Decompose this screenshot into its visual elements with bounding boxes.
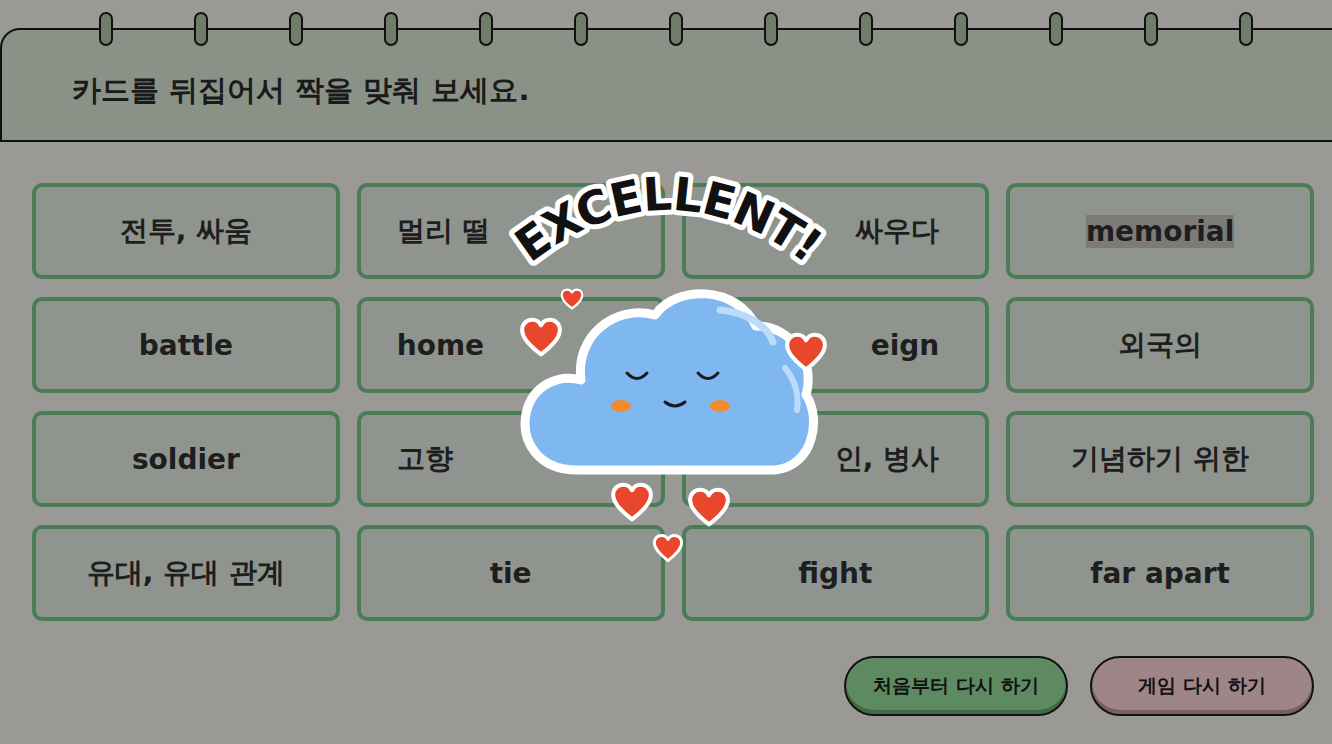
heart-icon [519, 315, 563, 359]
card-text: 전투, 싸움 [120, 212, 252, 250]
heart-icon [784, 330, 828, 374]
binder-ring-icon [1239, 12, 1253, 46]
game-board: 전투, 싸움 멀리 떨 싸우다 memorial battle home eign 외국의 so… [0, 142, 1332, 716]
word-card[interactable]: 기념하기 위한 [1006, 411, 1314, 507]
word-card[interactable]: fight [682, 525, 990, 621]
word-card[interactable]: 싸우다 [682, 183, 990, 279]
word-card[interactable]: home [357, 297, 665, 393]
binder-ring-icon [194, 12, 208, 46]
action-bar: 처음부터 다시 하기 게임 다시 하기 [32, 656, 1314, 716]
word-card[interactable]: 멀리 떨 [357, 183, 665, 279]
card-text: battle [139, 329, 233, 362]
card-text: fight [798, 557, 872, 590]
excellent-overlay: EXCELLENT! [0, 0, 1332, 744]
word-card[interactable]: battle [32, 297, 340, 393]
heart-icon [652, 532, 684, 564]
instruction-title: 카드를 뒤집어서 짝을 맞춰 보세요. [72, 59, 529, 111]
word-card[interactable]: 전투, 싸움 [32, 183, 340, 279]
cloud-mascot-icon [515, 280, 825, 480]
word-card[interactable]: soldier [32, 411, 340, 507]
card-text: memorial [1086, 215, 1234, 248]
card-text: eign [871, 329, 940, 362]
game-page: 카드를 뒤집어서 짝을 맞춰 보세요. 전투, 싸움 멀리 떨 싸우다 memoria… [0, 0, 1332, 744]
excellent-title: EXCELLENT! [478, 156, 858, 296]
word-card[interactable]: eign [682, 297, 990, 393]
instruction-header: 카드를 뒤집어서 짝을 맞춰 보세요. [0, 28, 1332, 142]
card-text: soldier [132, 443, 240, 476]
card-text: 싸우다 [855, 212, 939, 250]
binder-ring-icon [479, 12, 493, 46]
binder-ring-icon [1049, 12, 1063, 46]
word-card[interactable]: far apart [1006, 525, 1314, 621]
binder-ring-icon [574, 12, 588, 46]
binder-ring-icon [289, 12, 303, 46]
binder-ring-icon [1144, 12, 1158, 46]
word-card[interactable]: 유대, 유대 관계 [32, 525, 340, 621]
binder-ring-icon [954, 12, 968, 46]
word-card[interactable]: 인, 병사 [682, 411, 990, 507]
restart-button[interactable]: 처음부터 다시 하기 [844, 656, 1068, 716]
word-card[interactable]: 외국의 [1006, 297, 1314, 393]
binder-ring-icon [99, 12, 113, 46]
restart-button[interactable]: 게임 다시 하기 [1090, 656, 1314, 716]
binder-ring-icon [764, 12, 778, 46]
card-text: 외국의 [1118, 326, 1202, 364]
card-text: 인, 병사 [835, 440, 939, 478]
word-card[interactable]: memorial [1006, 183, 1314, 279]
svg-text:EXCELLENT!: EXCELLENT! [505, 167, 831, 273]
binder-ring-icon [669, 12, 683, 46]
card-grid: 전투, 싸움 멀리 떨 싸우다 memorial battle home eign 외국의 so… [32, 183, 1314, 621]
card-text: 유대, 유대 관계 [87, 554, 285, 592]
card-text: 고향 [397, 440, 453, 478]
word-card[interactable]: tie [357, 525, 665, 621]
heart-icon [560, 287, 584, 311]
binder-ring-icon [859, 12, 873, 46]
heart-icon [687, 485, 731, 529]
card-text: far apart [1090, 557, 1230, 590]
binder-rings [99, 12, 1253, 46]
heart-icon [610, 480, 654, 524]
card-text: tie [490, 557, 532, 590]
binder-ring-icon [384, 12, 398, 46]
card-text: 멀리 떨 [397, 212, 491, 250]
card-text: 기념하기 위한 [1071, 440, 1249, 478]
card-text: home [397, 329, 484, 362]
word-card[interactable]: 고향 [357, 411, 665, 507]
